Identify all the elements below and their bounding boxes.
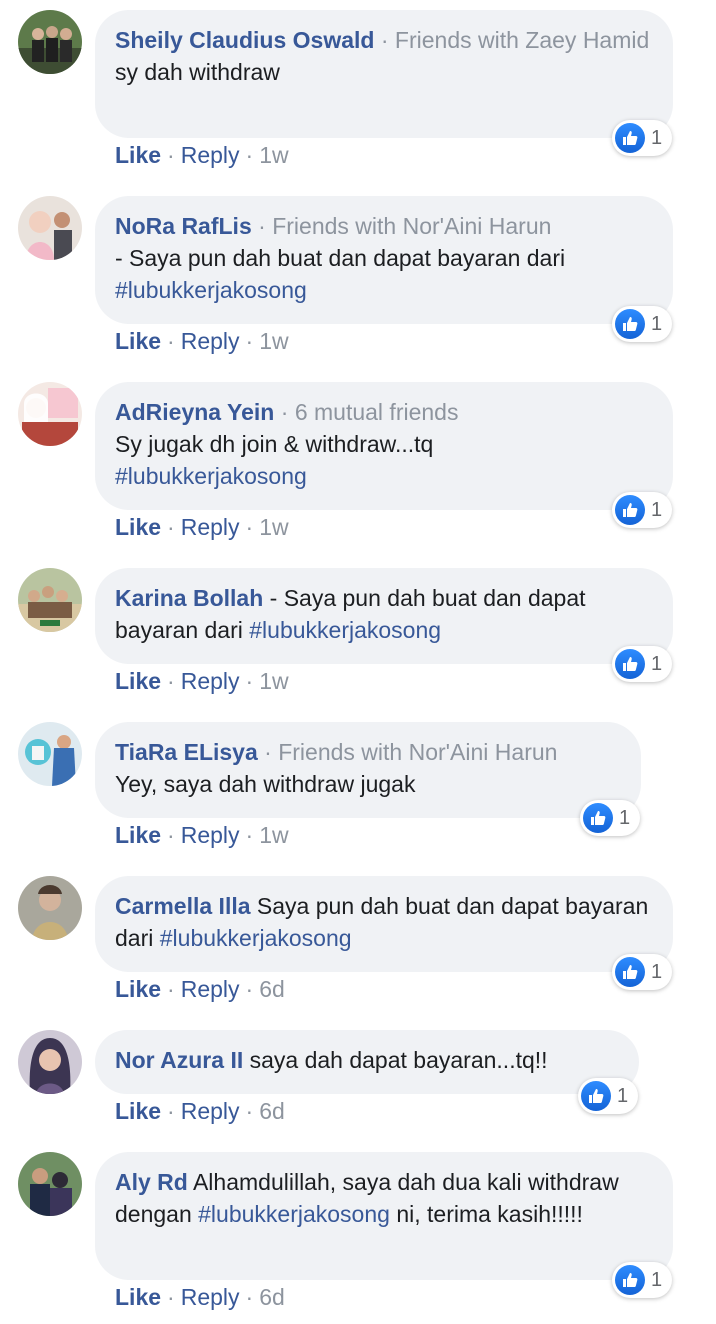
friend-context[interactable]: Friends with Nor'Aini Harun bbox=[278, 739, 557, 765]
comment-actions: Like · Reply · 6d bbox=[115, 1284, 285, 1310]
comment-time[interactable]: 1w bbox=[259, 822, 288, 848]
comment-time[interactable]: 6d bbox=[259, 976, 285, 1002]
comment-time[interactable]: 1w bbox=[259, 668, 288, 694]
comment-text: Sy jugak dh join & withdraw...tq bbox=[115, 431, 434, 457]
comment-actions: Like · Reply · 6d bbox=[115, 1098, 285, 1124]
comment-time[interactable]: 1w bbox=[259, 514, 288, 540]
comment-bubble: Karina Bollah - Saya pun dah buat dan da… bbox=[95, 568, 673, 664]
avatar[interactable] bbox=[18, 382, 82, 446]
reply-link[interactable]: Reply bbox=[181, 1284, 240, 1310]
avatar[interactable] bbox=[18, 1152, 82, 1216]
comment-time[interactable]: 1w bbox=[259, 142, 288, 168]
reaction-count[interactable]: 1 bbox=[580, 800, 641, 836]
reply-link[interactable]: Reply bbox=[181, 1098, 240, 1124]
reaction-number: 1 bbox=[651, 126, 663, 149]
comment-time[interactable]: 1w bbox=[259, 328, 288, 354]
comment-time[interactable]: 6d bbox=[259, 1284, 285, 1310]
reply-link[interactable]: Reply bbox=[181, 976, 240, 1002]
friend-context[interactable]: Friends with Zaey Hamid bbox=[395, 27, 649, 53]
commenter-name[interactable]: Karina Bollah bbox=[115, 585, 263, 611]
friend-context[interactable]: Friends with Nor'Aini Harun bbox=[272, 213, 551, 239]
thumbs-up-icon bbox=[615, 495, 645, 525]
reaction-number: 1 bbox=[619, 806, 631, 829]
reaction-count[interactable]: 1 bbox=[612, 954, 673, 990]
reaction-count[interactable]: 1 bbox=[612, 646, 673, 682]
thumbs-up-icon bbox=[615, 649, 645, 679]
avatar[interactable] bbox=[18, 568, 82, 632]
reaction-count[interactable]: 1 bbox=[612, 306, 673, 342]
commenter-name[interactable]: Aly Rd bbox=[115, 1169, 188, 1195]
comment-time[interactable]: 6d bbox=[259, 1098, 285, 1124]
commenter-name[interactable]: NoRa RafLis bbox=[115, 213, 252, 239]
like-link[interactable]: Like bbox=[115, 514, 161, 540]
commenter-name[interactable]: Nor Azura II bbox=[115, 1047, 243, 1073]
reaction-count[interactable]: 1 bbox=[612, 120, 673, 156]
reaction-count[interactable]: 1 bbox=[612, 1262, 673, 1298]
like-link[interactable]: Like bbox=[115, 328, 161, 354]
comment-bubble: TiaRa ELisya · Friends with Nor'Aini Har… bbox=[95, 722, 641, 818]
comment-bubble: AdRieyna Yein · 6 mutual friends Sy juga… bbox=[95, 382, 673, 510]
commenter-name[interactable]: Sheily Claudius Oswald bbox=[115, 27, 374, 53]
comment-text-end: ni, terima kasih!!!!! bbox=[396, 1201, 583, 1227]
like-link[interactable]: Like bbox=[115, 822, 161, 848]
thumbs-up-icon bbox=[615, 309, 645, 339]
reply-link[interactable]: Reply bbox=[181, 328, 240, 354]
commenter-name[interactable]: Carmella Illa bbox=[115, 893, 251, 919]
thumbs-up-icon bbox=[615, 1265, 645, 1295]
reaction-number: 1 bbox=[617, 1084, 629, 1107]
comment-actions: Like · Reply · 1w bbox=[115, 668, 289, 694]
hashtag-link[interactable]: #lubukkerjakosong bbox=[115, 277, 307, 303]
hashtag-link[interactable]: #lubukkerjakosong bbox=[249, 617, 441, 643]
reaction-count[interactable]: 1 bbox=[612, 492, 673, 528]
hashtag-link[interactable]: #lubukkerjakosong bbox=[198, 1201, 390, 1227]
hashtag-link[interactable]: #lubukkerjakosong bbox=[115, 463, 307, 489]
thumbs-up-icon bbox=[581, 1081, 611, 1111]
avatar[interactable] bbox=[18, 876, 82, 940]
like-link[interactable]: Like bbox=[115, 1284, 161, 1310]
comment-text: - Saya pun dah buat dan dapat bayaran da… bbox=[115, 245, 566, 271]
reply-link[interactable]: Reply bbox=[181, 822, 240, 848]
reaction-number: 1 bbox=[651, 498, 663, 521]
thumbs-up-icon bbox=[615, 957, 645, 987]
commenter-name[interactable]: TiaRa ELisya bbox=[115, 739, 258, 765]
reaction-number: 1 bbox=[651, 1268, 663, 1291]
comment-bubble: Carmella Illa Saya pun dah buat dan dapa… bbox=[95, 876, 673, 972]
comment-text: sy dah withdraw bbox=[115, 59, 280, 85]
comment-actions: Like · Reply · 1w bbox=[115, 328, 289, 354]
comment-bubble: NoRa RafLis · Friends with Nor'Aini Haru… bbox=[95, 196, 673, 324]
comment-text: Yey, saya dah withdraw jugak bbox=[115, 771, 416, 797]
reply-link[interactable]: Reply bbox=[181, 142, 240, 168]
avatar[interactable] bbox=[18, 722, 82, 786]
like-link[interactable]: Like bbox=[115, 668, 161, 694]
hashtag-link[interactable]: #lubukkerjakosong bbox=[160, 925, 352, 951]
comment-actions: Like · Reply · 1w bbox=[115, 514, 289, 540]
comment-text: saya dah dapat bayaran...tq!! bbox=[249, 1047, 548, 1073]
commenter-name[interactable]: AdRieyna Yein bbox=[115, 399, 274, 425]
like-link[interactable]: Like bbox=[115, 142, 161, 168]
reply-link[interactable]: Reply bbox=[181, 514, 240, 540]
like-link[interactable]: Like bbox=[115, 1098, 161, 1124]
reply-link[interactable]: Reply bbox=[181, 668, 240, 694]
comment-bubble: Aly Rd Alhamdulillah, saya dah dua kali … bbox=[95, 1152, 673, 1280]
avatar[interactable] bbox=[18, 196, 82, 260]
comment-bubble: Sheily Claudius Oswald · Friends with Za… bbox=[95, 10, 673, 138]
avatar[interactable] bbox=[18, 1030, 82, 1094]
comment-bubble: Nor Azura II saya dah dapat bayaran...tq… bbox=[95, 1030, 639, 1094]
reaction-count[interactable]: 1 bbox=[578, 1078, 639, 1114]
reaction-number: 1 bbox=[651, 652, 663, 675]
thumbs-up-icon bbox=[583, 803, 613, 833]
comment-actions: Like · Reply · 1w bbox=[115, 822, 289, 848]
thumbs-up-icon bbox=[615, 123, 645, 153]
reaction-number: 1 bbox=[651, 960, 663, 983]
comment-actions: Like · Reply · 1w bbox=[115, 142, 289, 168]
comment-actions: Like · Reply · 6d bbox=[115, 976, 285, 1002]
friend-context[interactable]: 6 mutual friends bbox=[295, 399, 459, 425]
like-link[interactable]: Like bbox=[115, 976, 161, 1002]
avatar[interactable] bbox=[18, 10, 82, 74]
reaction-number: 1 bbox=[651, 312, 663, 335]
